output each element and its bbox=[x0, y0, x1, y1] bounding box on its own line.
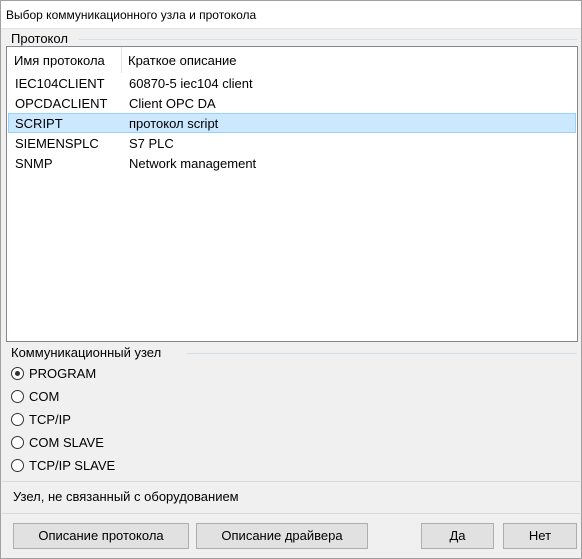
protocol-name-cell: IEC104CLIENT bbox=[15, 76, 105, 91]
protocol-description-cell: Network management bbox=[129, 156, 257, 171]
protocol-description-cell: протокол script bbox=[129, 116, 219, 131]
buttons-separator bbox=[2, 513, 580, 514]
protocol-description-cell: S7 PLC bbox=[129, 136, 174, 151]
radio-unchecked-icon[interactable] bbox=[11, 436, 24, 449]
protocol-name-cell: SCRIPT bbox=[15, 116, 63, 131]
radio-label: TCP/IP SLAVE bbox=[29, 458, 116, 473]
protocol-name-cell: SIEMENSPLC bbox=[15, 136, 99, 151]
radio-unchecked-icon[interactable] bbox=[11, 459, 24, 472]
column-header-protocol-name[interactable]: Имя протокола bbox=[8, 47, 122, 73]
protocol-name-cell: OPCDACLIENT bbox=[15, 96, 108, 111]
protocol-description-cell: Client OPC DA bbox=[129, 96, 216, 111]
ok-button[interactable]: Да bbox=[421, 523, 494, 549]
protocol-group-divider bbox=[79, 39, 577, 40]
protocol-list-header: Имя протокола Краткое описание bbox=[7, 47, 577, 73]
radio-unchecked-icon[interactable] bbox=[11, 390, 24, 403]
cancel-button[interactable]: Нет bbox=[503, 523, 577, 549]
driver-description-button[interactable]: Описание драйвера bbox=[196, 523, 368, 549]
radio-label: COM bbox=[29, 389, 60, 404]
radio-label: PROGRAM bbox=[29, 366, 97, 381]
node-group-divider bbox=[187, 353, 577, 354]
window-title: Выбор коммуникационного узла и протокола bbox=[6, 8, 257, 22]
status-separator bbox=[2, 481, 580, 482]
radio-checked-icon[interactable] bbox=[11, 367, 24, 380]
radio-dot-icon bbox=[15, 371, 20, 376]
protocol-row[interactable]: SIEMENSPLC S7 PLC bbox=[8, 133, 576, 153]
protocol-row[interactable]: SCRIPT протокол script bbox=[8, 113, 576, 133]
protocol-row[interactable]: SNMP Network management bbox=[8, 153, 576, 173]
column-header-description[interactable]: Краткое описание bbox=[122, 47, 577, 73]
node-status-text: Узел, не связанный с оборудованием bbox=[13, 489, 239, 504]
protocol-list[interactable]: Имя протокола Краткое описание IEC104CLI… bbox=[6, 46, 578, 342]
protocol-row[interactable]: OPCDACLIENT Client OPC DA bbox=[8, 93, 576, 113]
node-group-label: Коммуникационный узел bbox=[11, 345, 162, 360]
radio-unchecked-icon[interactable] bbox=[11, 413, 24, 426]
protocol-row[interactable]: IEC104CLIENT 60870-5 iec104 client bbox=[8, 73, 576, 93]
protocol-name-cell: SNMP bbox=[15, 156, 53, 171]
protocol-description-cell: 60870-5 iec104 client bbox=[129, 76, 253, 91]
protocol-group-label: Протокол bbox=[11, 31, 68, 46]
protocol-description-button[interactable]: Описание протокола bbox=[13, 523, 189, 549]
radio-label: COM SLAVE bbox=[29, 435, 104, 450]
radio-label: TCP/IP bbox=[29, 412, 71, 427]
dialog-window: Выбор коммуникационного узла и протокола… bbox=[0, 0, 582, 559]
title-bar[interactable]: Выбор коммуникационного узла и протокола bbox=[1, 1, 581, 29]
